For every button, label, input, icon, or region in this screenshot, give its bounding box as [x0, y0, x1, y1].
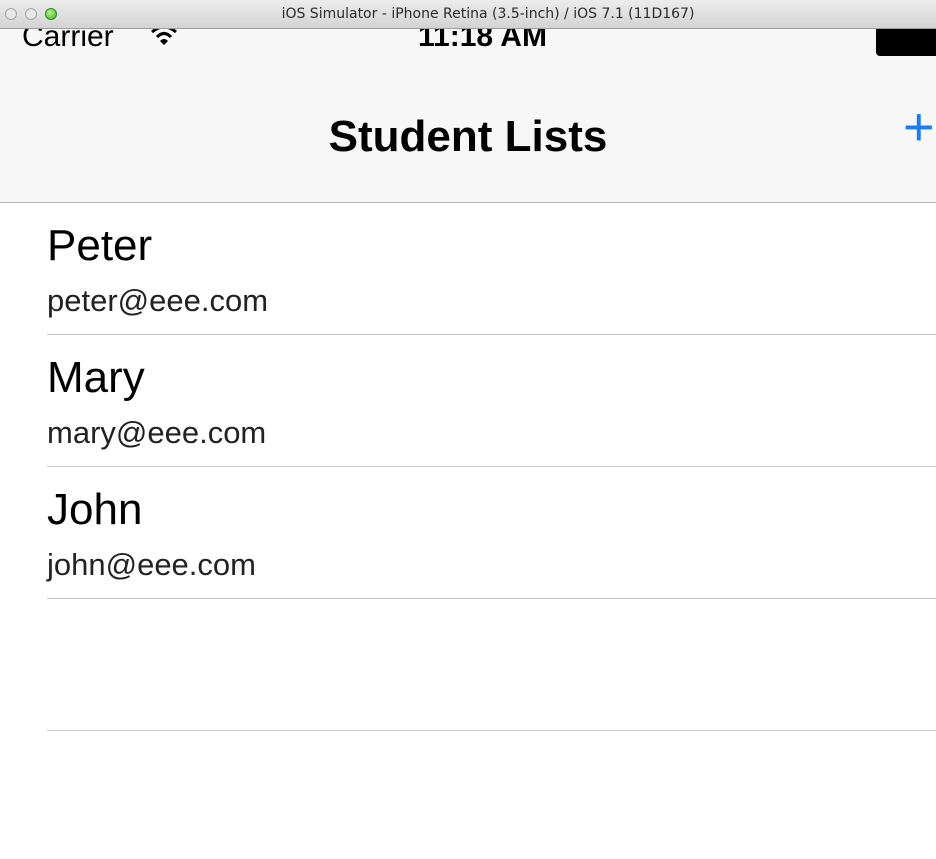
- wifi-icon: [151, 26, 177, 45]
- empty-table-row: [0, 599, 936, 731]
- student-name: John: [47, 485, 143, 534]
- window-title: iOS Simulator - iPhone Retina (3.5-inch)…: [281, 6, 695, 22]
- table-row[interactable]: Peter peter@eee.com: [0, 203, 936, 335]
- student-name: Peter: [47, 221, 153, 270]
- navigation-bar: Student Lists +: [0, 60, 936, 203]
- table-row[interactable]: Mary mary@eee.com: [0, 335, 936, 467]
- table-row[interactable]: John john@eee.com: [0, 467, 936, 599]
- student-table: Peter peter@eee.com Mary mary@eee.com Jo…: [0, 203, 936, 731]
- student-name: Mary: [47, 353, 145, 402]
- student-email: mary@eee.com: [47, 415, 267, 450]
- simulator-window: iOS Simulator - iPhone Retina (3.5-inch)…: [0, 0, 936, 859]
- student-email: john@eee.com: [47, 547, 256, 582]
- battery-icon: [876, 26, 936, 56]
- student-email: peter@eee.com: [47, 283, 269, 318]
- window-titlebar: iOS Simulator - iPhone Retina (3.5-inch)…: [0, 0, 936, 29]
- row-separator: [47, 730, 936, 731]
- add-student-button[interactable]: +: [903, 100, 935, 154]
- page-title: Student Lists: [328, 112, 608, 161]
